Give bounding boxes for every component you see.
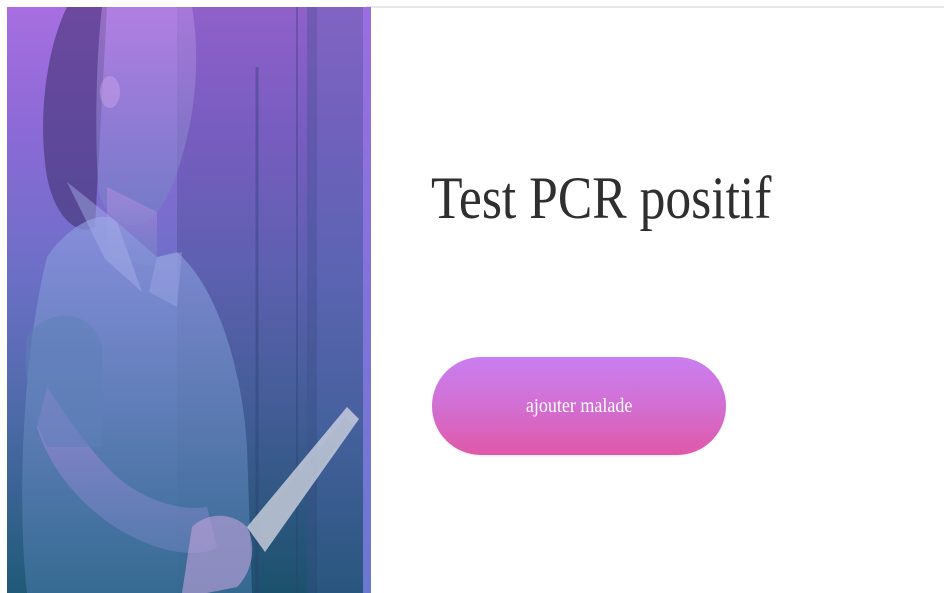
add-patient-button-label: ajouter malade <box>525 394 633 417</box>
woman-with-tablet-illustration <box>22 7 363 593</box>
add-patient-button[interactable]: ajouter malade <box>432 357 726 455</box>
hero-image <box>7 7 371 593</box>
page: Test PCR positif ajouter malade <box>0 0 944 593</box>
page-title: Test PCR positif <box>431 165 772 231</box>
top-divider <box>366 6 944 8</box>
hero-edge-strip <box>363 7 371 593</box>
